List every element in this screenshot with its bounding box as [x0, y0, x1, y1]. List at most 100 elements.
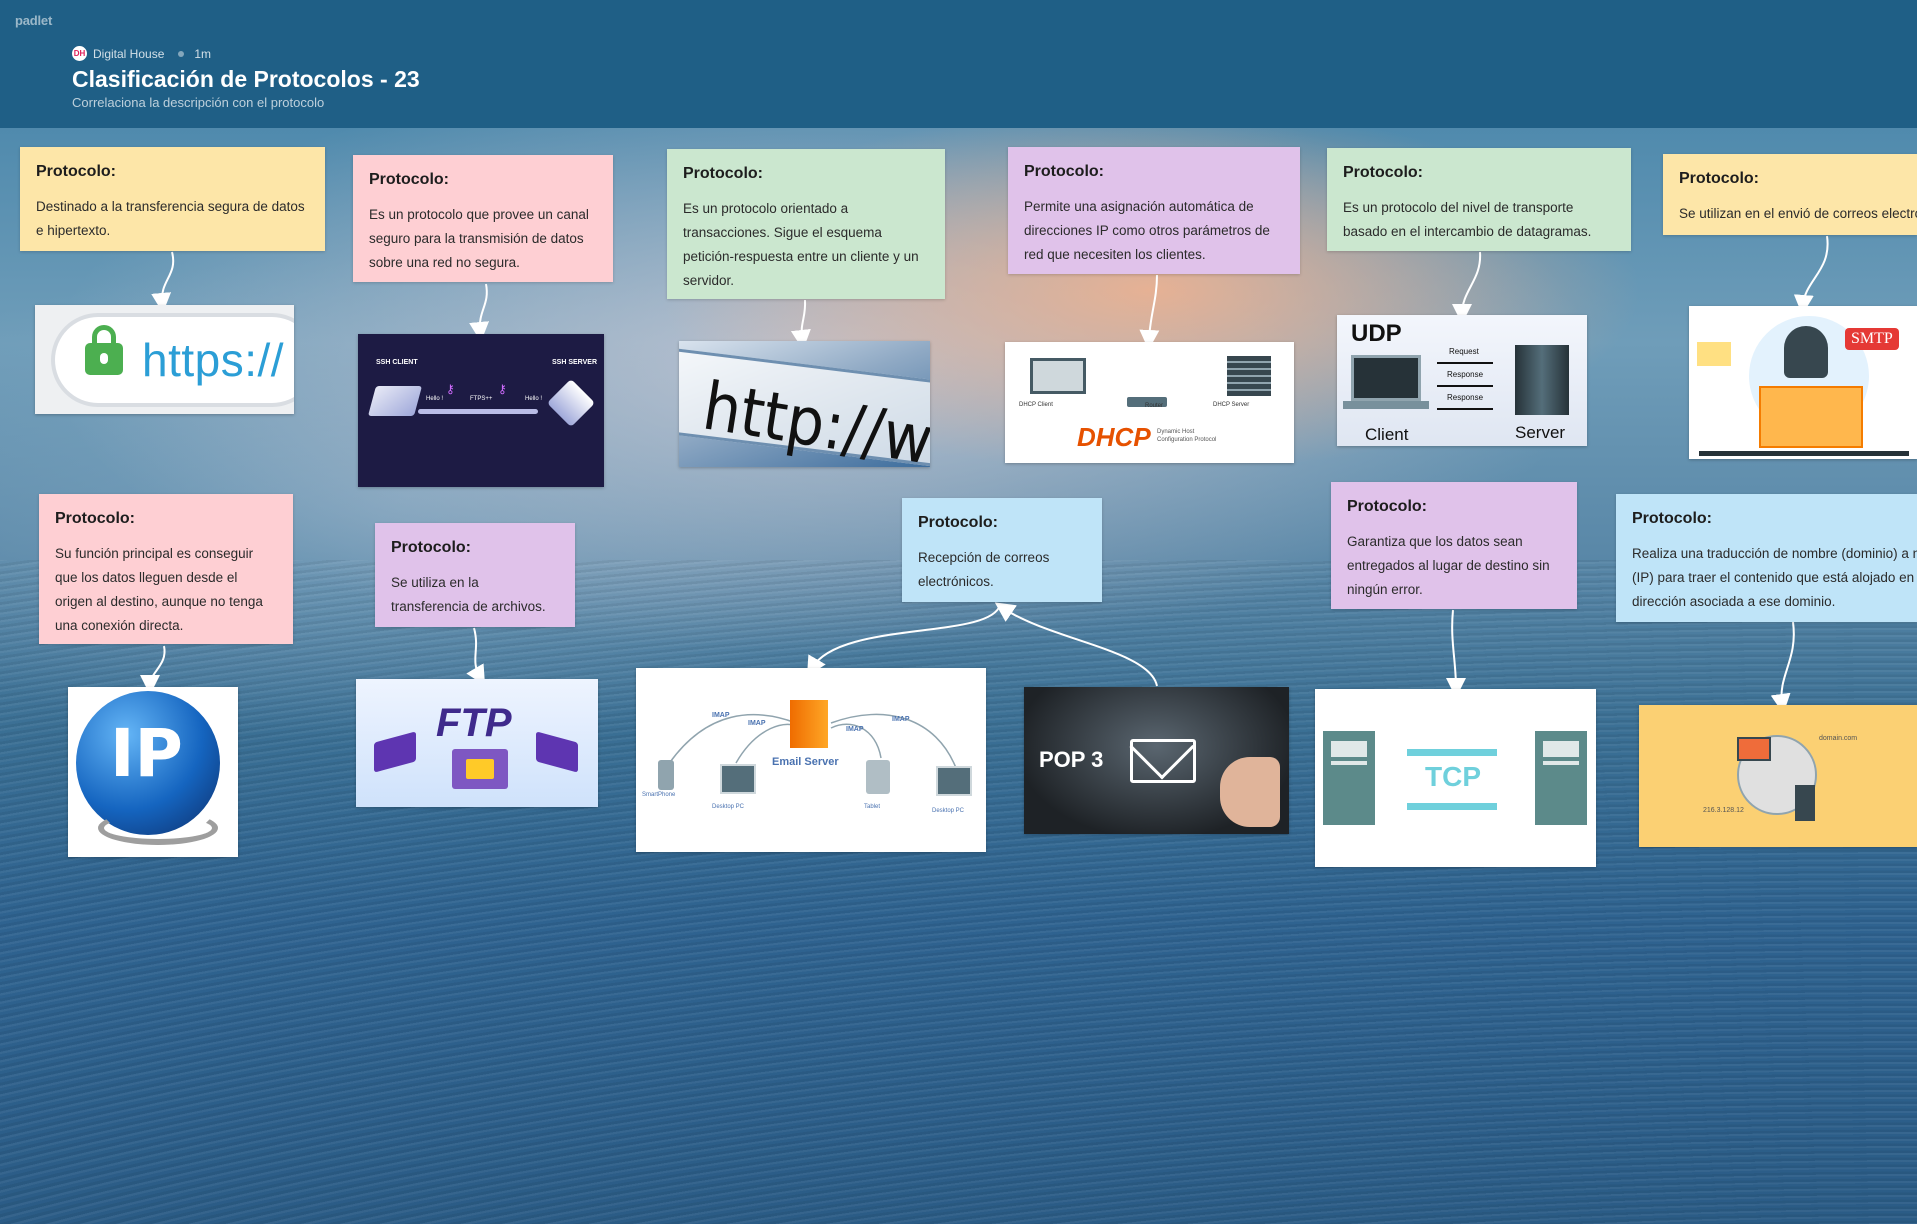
desktop-label: Desktop PC: [712, 804, 745, 810]
post-body: Se utiliza en la transferencia de archiv…: [391, 575, 546, 614]
post-card-smtp[interactable]: Protocolo: Se utilizan en el envió de co…: [1663, 154, 1917, 235]
link-smtp: [1793, 235, 1829, 315]
post-card-dhcp[interactable]: Protocolo: Permite una asignación automá…: [1008, 147, 1300, 274]
ssh-server-label: SSH SERVER: [552, 359, 597, 366]
arrow-line: [1437, 408, 1493, 410]
laptop-icon: [367, 386, 423, 416]
hello-label: Hello !: [525, 396, 543, 402]
person-avatar: [1784, 326, 1828, 378]
envelope-icon: [1129, 714, 1196, 783]
client-laptop-icon: [1351, 355, 1421, 401]
image-ftp[interactable]: FTP: [356, 679, 598, 807]
desktop-label: Desktop PC: [932, 808, 965, 814]
post-card-http[interactable]: Protocolo: Es un protocolo orientado a t…: [667, 149, 945, 299]
arrow-line: [1437, 362, 1493, 364]
post-heading: Protocolo:: [1347, 498, 1427, 515]
desktop-icon: [720, 764, 756, 794]
post-body: Recepción de correos electrónicos.: [918, 550, 1050, 589]
post-card-https[interactable]: Protocolo: Destinado a la transferencia …: [20, 147, 325, 251]
link-ssh: [469, 283, 490, 342]
mailbox-icon: [1697, 342, 1731, 366]
laptop-base: [1343, 401, 1429, 409]
link-dhcp: [1139, 274, 1160, 350]
post-heading: Protocolo:: [391, 539, 471, 556]
smtp-badge: SMTP: [1845, 328, 1899, 350]
client-monitor-icon: [1030, 358, 1086, 394]
tunnel-line: [418, 409, 538, 414]
tablet-label: Tablet: [864, 804, 881, 810]
server-icon: [1535, 731, 1587, 825]
post-heading: Protocolo:: [55, 510, 135, 527]
post-card-udp[interactable]: Protocolo: Es un protocolo del nivel de …: [1327, 148, 1631, 251]
https-text: https://: [142, 334, 285, 386]
server-icon: [1323, 731, 1375, 825]
key-icon: ⚷: [498, 382, 507, 396]
email-server-icon: [790, 700, 828, 748]
post-heading: Protocolo:: [1343, 164, 1423, 181]
request-label: Request: [1449, 347, 1479, 356]
imap-label: IMAP: [846, 726, 864, 733]
server-icon: [1795, 785, 1815, 821]
dhcp-client-label: DHCP Client: [1019, 402, 1053, 408]
laptop-icon: [536, 731, 578, 773]
post-body: Realiza una traducción de nombre (domini…: [1632, 546, 1917, 609]
arrow-right-icon: [1407, 749, 1497, 756]
ssh-client-label: SSH CLIENT: [376, 359, 418, 366]
arrow-line: [1437, 385, 1493, 387]
table-line: [1699, 451, 1909, 456]
image-dns[interactable]: domain.com 216.3.128.12: [1639, 705, 1917, 847]
post-body: Garantiza que los datos sean entregados …: [1347, 534, 1550, 597]
post-card-ip[interactable]: Protocolo: Su función principal es conse…: [39, 494, 293, 644]
dhcp-server-label: DHCP Server: [1213, 402, 1250, 408]
image-pop3[interactable]: POP 3: [1024, 687, 1289, 834]
envelope-icon: [1759, 386, 1863, 448]
smartphone-icon: [658, 760, 674, 790]
post-body: Es un protocolo que provee un canal segu…: [369, 207, 589, 270]
link-imap: [806, 604, 1001, 677]
link-http: [790, 299, 811, 350]
post-card-dns[interactable]: Protocolo: Realiza una traducción de nom…: [1616, 494, 1917, 622]
link-https: [151, 251, 175, 313]
udp-logo: UDP: [1351, 320, 1402, 347]
post-heading: Protocolo:: [1679, 170, 1759, 187]
post-body: Permite una asignación automática de dir…: [1024, 199, 1270, 262]
link-udp: [1452, 251, 1482, 324]
post-body: Es un protocolo orientado a transaccione…: [683, 201, 919, 288]
image-https[interactable]: https://: [35, 305, 294, 414]
tablet-icon: [866, 760, 890, 794]
image-imap[interactable]: Email Server IMAP IMAP IMAP IMAP SmartPh…: [636, 668, 986, 852]
pop3-text: POP 3: [1039, 747, 1104, 772]
image-smtp[interactable]: SMTP: [1689, 306, 1917, 459]
imap-label: IMAP: [712, 712, 730, 719]
smartphone-label: SmartPhone: [642, 792, 676, 798]
response-label: Response: [1447, 393, 1484, 402]
hand-icon: [1220, 757, 1280, 827]
ftp-logo: FTP: [436, 701, 512, 745]
client-label: Client: [1365, 425, 1409, 444]
hello-label: Hello !: [426, 396, 444, 402]
post-card-tcp[interactable]: Protocolo: Garantiza que los datos sean …: [1331, 482, 1577, 609]
post-card-ssh[interactable]: Protocolo: Es un protocolo que provee un…: [353, 155, 613, 282]
server-label: Server: [1515, 423, 1566, 442]
server-stack-icon: [546, 378, 596, 428]
image-http[interactable]: http://www: [679, 341, 930, 467]
key-icon: ⚷: [446, 382, 455, 396]
server-rack-icon: [1227, 356, 1271, 396]
laptop-icon: [374, 731, 416, 773]
post-card-ftp[interactable]: Protocolo: Se utiliza en la transferenci…: [375, 523, 575, 627]
ip-text: IP: [110, 715, 183, 792]
image-udp[interactable]: UDP Client Request Response Response Ser…: [1337, 315, 1587, 446]
image-dhcp[interactable]: DHCP Client Router DHCP Server DHCP Dyna…: [1005, 342, 1294, 463]
tcp-logo: TCP: [1425, 761, 1481, 792]
post-heading: Protocolo:: [1024, 163, 1104, 180]
domain-label: domain.com: [1819, 735, 1858, 742]
image-tcp[interactable]: TCP: [1315, 689, 1596, 867]
dhcp-desc: Dynamic Host Configuration Protocol: [1157, 429, 1217, 443]
link-tcp: [1445, 609, 1466, 698]
image-ssh[interactable]: SSH CLIENT SSH SERVER Hello ! FTPS++ Hel…: [358, 334, 604, 487]
desktop-icon: [936, 766, 972, 796]
post-card-imap[interactable]: Protocolo: Recepción de correos electrón…: [902, 498, 1102, 602]
image-ip[interactable]: IP: [68, 687, 238, 857]
post-heading: Protocolo:: [918, 514, 998, 531]
link-dns: [1770, 621, 1795, 714]
